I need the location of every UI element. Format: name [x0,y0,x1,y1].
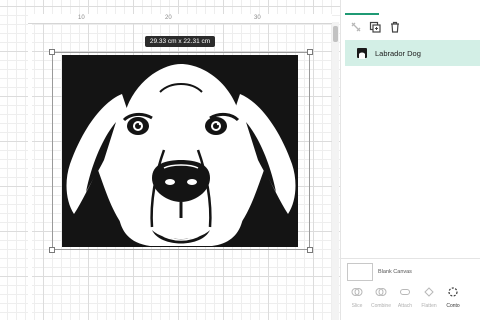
slice-icon [351,288,363,296]
resize-handle[interactable] [307,49,313,55]
attach-icon [400,289,410,295]
slice-label: Slice [351,303,363,309]
flatten-label: Flatten [421,303,437,309]
combine-icon [375,288,387,296]
delete-icon[interactable] [388,20,402,34]
blank-canvas-swatch[interactable] [347,263,373,281]
ruler-number: 30 [254,15,261,21]
ruler-number: 10 [78,15,85,21]
slice-button[interactable]: Slice [344,284,370,318]
divider [341,258,480,259]
scrollbar-thumb[interactable] [333,26,338,42]
duplicate-icon[interactable] [368,20,382,34]
resize-handle[interactable] [307,247,313,253]
vertical-scrollbar[interactable] [332,22,339,320]
contour-icon [448,287,458,297]
layers-panel: Labrador Dog Blank Canvas Slice Combine … [340,0,480,320]
dog-thumbnail-icon [357,48,367,59]
attach-label: Attach [397,303,413,309]
top-ruler [28,14,332,24]
blank-canvas-label: Blank Canvas [378,269,412,275]
contour-button[interactable]: Conto [440,284,466,318]
size-label: 29.33 cm x 22.31 cm [145,36,215,47]
layer-item[interactable]: Labrador Dog [345,40,480,66]
ruler-number: 20 [165,15,172,21]
active-tab-indicator [345,13,379,15]
flatten-button[interactable]: Flatten [416,284,442,318]
resize-handle[interactable] [49,247,55,253]
selection-box[interactable] [52,52,310,250]
contour-label: Conto [446,303,460,309]
attach-button[interactable]: Attach [392,284,418,318]
combine-label: Combine [370,303,391,309]
resize-handle[interactable] [49,49,55,55]
layer-label: Labrador Dog [375,48,421,58]
left-ruler [28,24,32,314]
combine-button[interactable]: Combine [368,284,394,318]
unlink-icon[interactable] [349,20,363,34]
flatten-icon [424,287,434,297]
design-canvas[interactable]: 10 20 30 29.33 cm x 22.31 cm [0,0,340,320]
